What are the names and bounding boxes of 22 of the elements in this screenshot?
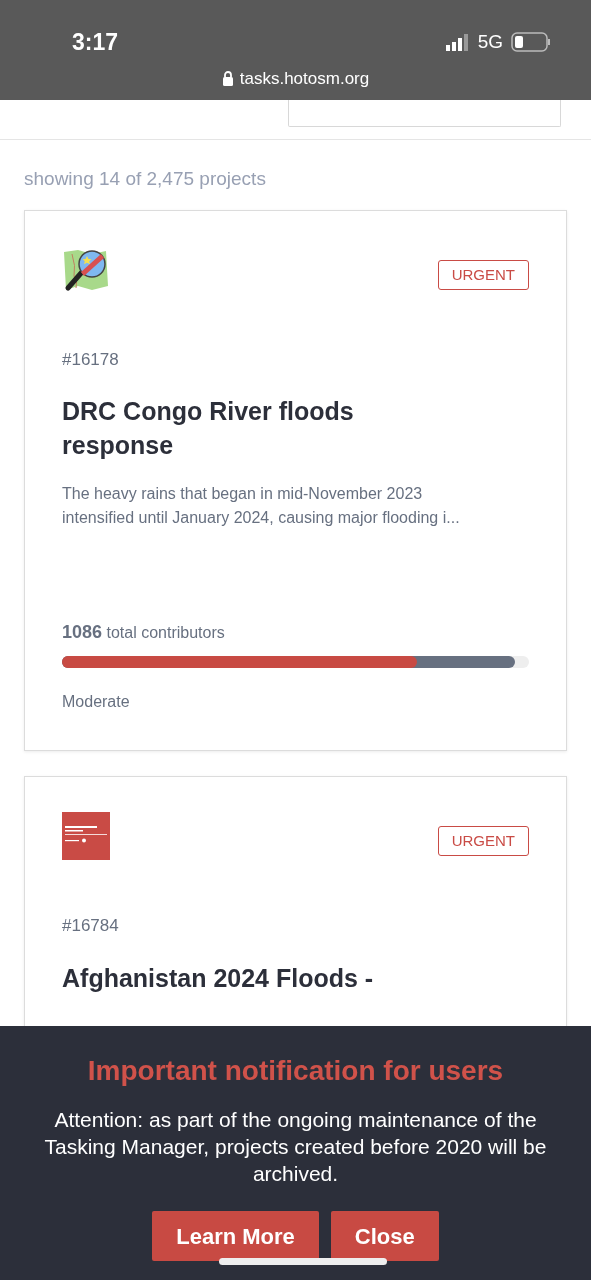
project-id: #16178 [62,348,120,371]
difficulty-label: Moderate [62,692,131,712]
network-label: 5G [477,30,503,54]
results-summary: showing 14 of 2,475 projects [24,167,267,191]
learn-more-button[interactable]: Learn More [152,1211,319,1261]
project-description: The heavy rains that began in mid-November 2023 intensified until January 2024, causing major flooding i... [62,484,461,528]
project-title: Afghanistan 2024 Floods - [62,962,375,994]
signal-icon [445,33,470,52]
project-title: DRC Congo River floods response [62,396,355,461]
hub-logo [62,812,110,860]
project-id: #16784 [62,915,120,937]
urgent-badge: URGENT [437,259,529,290]
urgent-badge: URGENT [437,826,529,856]
notification-body: Attention: as part of the ongoing maintenance of the Tasking Manager, projects created before 2020 will be archived. [43,1107,548,1187]
url-text: tasks.hotosm.org [239,67,370,90]
clock: 3:17 [72,28,119,57]
close-button[interactable]: Close [330,1211,439,1261]
notification-title: Important notification for users [87,1054,504,1088]
project-card[interactable]: URGENT #16178 DRC Congo River floods response The heavy rains that began in mid-November 2023 intensified until January 2024, causing major flooding i... 1086 total contributors Moderate [24,209,567,751]
battery-icon [511,32,551,53]
lock-icon [221,70,234,86]
contributors-text: 1086 total contributors [62,621,226,644]
